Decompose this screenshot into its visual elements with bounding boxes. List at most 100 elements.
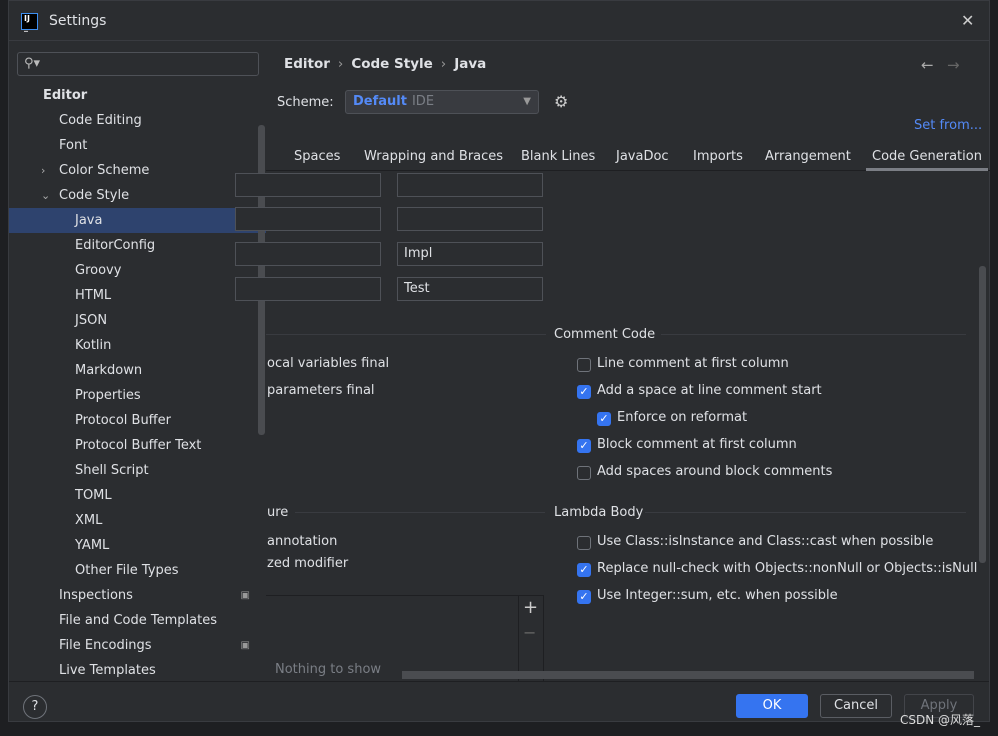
checkbox-label[interactable]: Replace null-check with Objects::nonNull… <box>597 561 977 576</box>
checkbox-label[interactable]: Block comment at first column <box>597 437 797 452</box>
sidebar-item[interactable]: HTML <box>9 283 266 308</box>
sidebar-item-label: Color Scheme <box>59 163 150 178</box>
sidebar-item[interactable]: JSON <box>9 308 266 333</box>
project-settings-icon: ▣ <box>240 640 250 651</box>
sidebar-item-label: Font <box>59 138 88 153</box>
sidebar-item[interactable]: File Encodings ▣ <box>9 633 266 658</box>
prefix-field[interactable] <box>235 277 381 301</box>
checkbox-label[interactable]: Enforce on reformat <box>617 410 747 425</box>
option-label[interactable]: ocal variables final <box>267 356 389 371</box>
checkbox[interactable]: ✓ <box>577 385 591 399</box>
breadcrumb-item: Java <box>454 56 487 72</box>
sidebar-item-label: Live Templates <box>59 663 156 678</box>
option-label[interactable]: parameters final <box>267 383 375 398</box>
sidebar-item-label: Protocol Buffer Text <box>75 438 202 453</box>
checkbox[interactable] <box>577 466 591 480</box>
sidebar-item-label: Code Editing <box>59 113 142 128</box>
sidebar-item[interactable]: Groovy <box>9 258 266 283</box>
suffix-field[interactable]: Test <box>397 277 543 301</box>
tab-javadoc[interactable]: JavaDoc <box>616 149 669 164</box>
sidebar-item[interactable]: Properties <box>9 383 266 408</box>
vertical-scrollbar[interactable] <box>979 266 986 563</box>
tab-imports[interactable]: Imports <box>693 149 743 164</box>
chevron-down-icon[interactable]: ⌄ <box>41 183 50 208</box>
breadcrumb-item[interactable]: Code Style <box>351 56 432 72</box>
close-icon[interactable]: ✕ <box>961 11 974 30</box>
sidebar-item-label: Properties <box>75 388 141 403</box>
checkbox-label[interactable]: Line comment at first column <box>597 356 789 371</box>
sidebar-item[interactable]: Other File Types <box>9 558 266 583</box>
prefix-field[interactable] <box>235 242 381 266</box>
checkbox-label[interactable]: Use Integer::sum, etc. when possible <box>597 588 838 603</box>
help-button[interactable]: ? <box>23 695 47 719</box>
ok-button[interactable]: OK <box>736 694 808 718</box>
divider <box>266 334 546 335</box>
tab-wrapping[interactable]: Wrapping and Braces <box>364 149 503 164</box>
breadcrumb-item[interactable]: Editor <box>284 56 330 72</box>
suffix-field[interactable] <box>397 173 543 197</box>
divider <box>9 681 989 682</box>
tab-code-generation[interactable]: Code Generation <box>866 149 988 171</box>
cancel-button[interactable]: Cancel <box>820 694 892 718</box>
sidebar-item[interactable]: Java <box>9 208 266 233</box>
window-title: Settings <box>49 13 107 29</box>
sidebar-item[interactable]: Code Editing <box>9 108 266 133</box>
sidebar-item[interactable]: File and Code Templates <box>9 608 266 633</box>
group-heading: ure <box>267 505 289 520</box>
prefix-field[interactable] <box>235 173 381 197</box>
option-label[interactable]: annotation <box>267 534 337 549</box>
scheme-label: Scheme: <box>277 95 334 110</box>
sidebar-item[interactable]: Kotlin <box>9 333 266 358</box>
checkbox[interactable] <box>577 358 591 372</box>
checkbox[interactable]: ✓ <box>597 412 611 426</box>
tab-arrangement[interactable]: Arrangement <box>765 149 851 164</box>
chevron-right-icon[interactable]: › <box>41 158 45 183</box>
sidebar-item[interactable]: XML <box>9 508 266 533</box>
sidebar-item-label: TOML <box>75 488 112 503</box>
sidebar-item[interactable]: Markdown <box>9 358 266 383</box>
sidebar-item[interactable]: Inspections ▣ <box>9 583 266 608</box>
sidebar-item-label: Editor <box>43 88 88 103</box>
lambda-body-heading: Lambda Body <box>554 505 644 520</box>
horizontal-scrollbar[interactable] <box>402 671 974 679</box>
gear-icon[interactable]: ⚙ <box>554 92 568 111</box>
checkbox-label[interactable]: Add spaces around block comments <box>597 464 832 479</box>
checkbox-label[interactable]: Use Class::isInstance and Class::cast wh… <box>597 534 933 549</box>
checkbox[interactable] <box>577 536 591 550</box>
intellij-logo-icon: IJ _ <box>21 13 38 32</box>
remove-icon[interactable]: − <box>523 623 536 642</box>
set-from-link[interactable]: Set from... <box>914 118 982 133</box>
checkbox[interactable]: ✓ <box>577 439 591 453</box>
add-icon[interactable]: + <box>523 597 538 618</box>
checkbox-label[interactable]: Add a space at line comment start <box>597 383 822 398</box>
sidebar-item[interactable]: ⌄ Code Style <box>9 183 266 208</box>
sidebar-item[interactable]: Protocol Buffer Text <box>9 433 266 458</box>
divider <box>645 512 966 513</box>
sidebar-item[interactable]: Live Templates <box>9 658 266 683</box>
project-settings-icon: ▣ <box>240 590 250 601</box>
tab-bar: Spaces Wrapping and Braces Blank Lines J… <box>266 144 991 171</box>
sidebar-item-label: YAML <box>75 538 110 553</box>
sidebar-item[interactable]: YAML <box>9 533 266 558</box>
sidebar-item[interactable]: Protocol Buffer <box>9 408 266 433</box>
sidebar-item-label: Code Style <box>59 188 130 203</box>
checkbox[interactable]: ✓ <box>577 590 591 604</box>
scheme-name: Default <box>353 94 407 109</box>
tab-blank-lines[interactable]: Blank Lines <box>521 149 595 164</box>
search-input[interactable]: ⚲▾ <box>17 52 259 76</box>
tab-spaces[interactable]: Spaces <box>294 149 340 164</box>
back-arrow-icon[interactable]: ← <box>921 56 934 74</box>
prefix-field[interactable] <box>235 207 381 231</box>
scheme-dropdown[interactable]: Default IDE ▼ <box>345 90 539 114</box>
checkbox[interactable]: ✓ <box>577 563 591 577</box>
suffix-field[interactable] <box>397 207 543 231</box>
sidebar-item[interactable]: Font <box>9 133 266 158</box>
sidebar-item[interactable]: Shell Script <box>9 458 266 483</box>
sidebar-item[interactable]: Editor <box>9 83 266 108</box>
sidebar-item[interactable]: TOML <box>9 483 266 508</box>
suffix-field[interactable]: Impl <box>397 242 543 266</box>
sidebar-item[interactable]: › Color Scheme <box>9 158 266 183</box>
option-label[interactable]: zed modifier <box>267 556 348 571</box>
sidebar-item[interactable]: EditorConfig <box>9 233 266 258</box>
forward-arrow-icon[interactable]: → <box>947 56 960 74</box>
